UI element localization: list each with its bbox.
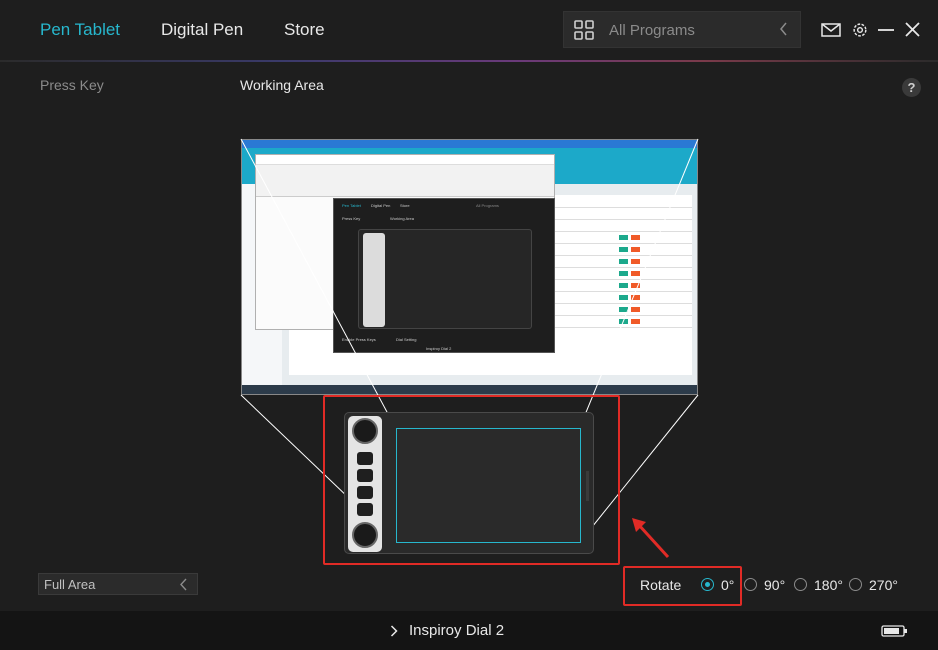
rotate-radio-0[interactable]: [701, 578, 714, 591]
rotate-label-270: 270°: [869, 577, 898, 593]
pointer-arrow: [632, 518, 670, 559]
tablet-graphic: [344, 412, 594, 554]
screen-preview: Pen Tablet Digital Pen Store All Program…: [241, 139, 698, 395]
mini-app-window: Pen Tablet Digital Pen Store All Program…: [333, 198, 555, 353]
working-area-tab[interactable]: Working Area: [240, 77, 324, 93]
press-key-2: [357, 469, 373, 482]
chevron-right-icon[interactable]: [390, 625, 398, 637]
tab-pen-tablet[interactable]: Pen Tablet: [40, 20, 120, 40]
chevron-left-icon: [180, 578, 187, 591]
browser-tabbar: [242, 140, 697, 148]
windows-taskbar: [242, 385, 697, 394]
rotate-radio-270[interactable]: [849, 578, 862, 591]
device-footer: Inspiroy Dial 2: [0, 611, 938, 650]
press-key-1: [357, 452, 373, 465]
tablet-active-area[interactable]: [396, 428, 581, 543]
rotate-radio-90[interactable]: [744, 578, 757, 591]
rotate-label-0: 0°: [721, 577, 735, 593]
battery-icon: [881, 625, 907, 637]
program-select[interactable]: All Programs: [563, 11, 801, 48]
mini-tablet: [358, 229, 532, 329]
close-icon[interactable]: [903, 21, 923, 39]
tab-digital-pen[interactable]: Digital Pen: [161, 20, 243, 40]
press-key-tab[interactable]: Press Key: [40, 77, 104, 93]
minimize-icon[interactable]: [876, 21, 896, 39]
mail-icon[interactable]: [821, 21, 841, 39]
tablet-indicator: [586, 471, 589, 501]
device-name[interactable]: Inspiroy Dial 2: [409, 622, 504, 639]
chevron-left-icon: [780, 22, 787, 36]
rotate-label-180: 180°: [814, 577, 843, 593]
tab-store[interactable]: Store: [284, 20, 325, 40]
program-select-label: All Programs: [609, 22, 695, 39]
express-key-strip: [348, 416, 382, 552]
press-key-4: [357, 503, 373, 516]
area-select-value: Full Area: [44, 577, 96, 592]
gear-icon[interactable]: [850, 21, 870, 39]
dial-bottom: [352, 522, 378, 548]
grid-icon: [574, 20, 594, 40]
dial-top: [352, 418, 378, 444]
header-divider: [0, 60, 938, 62]
press-key-3: [357, 486, 373, 499]
rotate-radio-180[interactable]: [794, 578, 807, 591]
app-header: Pen Tablet Digital Pen Store All Program…: [0, 0, 938, 60]
rotate-label: Rotate: [640, 577, 682, 593]
help-icon[interactable]: ?: [902, 78, 921, 97]
rotate-label-90: 90°: [764, 577, 786, 593]
area-select[interactable]: Full Area: [38, 573, 198, 595]
